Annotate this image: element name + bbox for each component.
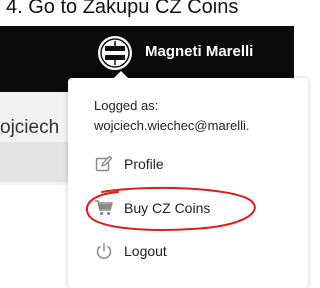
menu-item-label: Buy CZ Coins [124,200,211,216]
dropdown-caret [113,71,129,79]
menu-item-label: Logout [124,243,167,259]
background-user-name: ojciech [0,117,60,138]
cart-icon [94,198,114,218]
logged-as-label: Logged as: [94,98,159,113]
logo-mark-icon [100,38,130,68]
menu-item-logout[interactable]: Logout [94,239,167,263]
user-email: wojciech.wiechec@marelli. [94,118,250,133]
edit-icon [94,154,114,174]
menu-item-buy-cz-coins[interactable]: Buy CZ Coins [94,196,210,220]
power-icon [94,241,114,261]
screenshot-caption: 4. Go to Zakupu CZ Coins [0,0,294,26]
menu-item-profile[interactable]: Profile [94,152,164,176]
brand-name[interactable]: Magneti Marelli [145,43,253,60]
menu-item-label: Profile [124,156,164,172]
magneti-marelli-logo[interactable] [98,36,132,70]
